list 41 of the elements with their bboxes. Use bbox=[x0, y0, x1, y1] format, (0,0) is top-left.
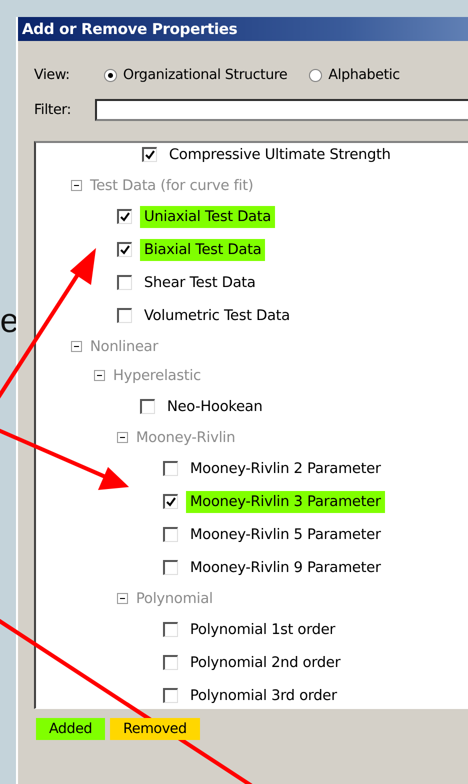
checkbox[interactable] bbox=[142, 147, 157, 162]
collapse-icon[interactable] bbox=[71, 341, 82, 352]
checkbox[interactable] bbox=[117, 242, 132, 257]
tree-item-label[interactable]: Shear Test Data bbox=[140, 272, 260, 294]
checkbox[interactable] bbox=[163, 461, 178, 476]
radio-icon[interactable] bbox=[104, 68, 117, 82]
tree-item-label[interactable]: Compressive Ultimate Strength bbox=[165, 144, 395, 166]
checkbox[interactable] bbox=[163, 494, 178, 509]
view-label: View: bbox=[34, 67, 71, 83]
radio-icon[interactable] bbox=[309, 68, 322, 82]
tree-item-label[interactable]: Mooney-Rivlin 2 Parameter bbox=[186, 458, 385, 480]
checkbox[interactable] bbox=[163, 622, 178, 637]
checkbox[interactable] bbox=[117, 308, 132, 323]
legend-key: Removed bbox=[110, 718, 200, 740]
tree-item-label[interactable]: Neo-Hookean bbox=[163, 396, 266, 418]
radio-option[interactable]: Organizational Structure bbox=[104, 67, 288, 83]
collapse-icon[interactable] bbox=[94, 370, 105, 381]
checkbox[interactable] bbox=[163, 560, 178, 575]
window-title: Add or Remove Properties bbox=[22, 20, 238, 38]
checkbox[interactable] bbox=[163, 655, 178, 670]
legend-key: Added bbox=[36, 718, 106, 740]
checkbox[interactable] bbox=[140, 399, 155, 414]
tree-item-label[interactable]: Polynomial 3rd order bbox=[186, 684, 341, 706]
tree-item-label[interactable]: Polynomial 1st order bbox=[186, 618, 340, 640]
tree-item-label[interactable]: Uniaxial Test Data bbox=[140, 206, 276, 228]
collapse-icon[interactable] bbox=[117, 432, 128, 443]
tree-item-label[interactable]: Volumetric Test Data bbox=[140, 304, 294, 326]
checkbox[interactable] bbox=[163, 527, 178, 542]
tree-item-label[interactable]: Mooney-Rivlin 9 Parameter bbox=[186, 556, 385, 578]
collapse-icon[interactable] bbox=[71, 180, 82, 191]
checkbox[interactable] bbox=[163, 688, 178, 703]
checkbox[interactable] bbox=[117, 275, 132, 290]
tree-item-label[interactable]: Biaxial Test Data bbox=[140, 238, 266, 260]
tree-item-label[interactable]: Mooney-Rivlin 3 Parameter bbox=[186, 490, 385, 512]
filter-field[interactable] bbox=[94, 99, 468, 121]
collapse-icon[interactable] bbox=[117, 593, 128, 604]
checkbox[interactable] bbox=[117, 209, 132, 224]
filter-label: Filter: bbox=[34, 102, 72, 118]
tree-item-label[interactable]: Polynomial 2nd order bbox=[186, 652, 344, 674]
tree-item-label[interactable]: Mooney-Rivlin 5 Parameter bbox=[186, 524, 385, 546]
radio-option[interactable]: Alphabetic bbox=[309, 67, 400, 83]
